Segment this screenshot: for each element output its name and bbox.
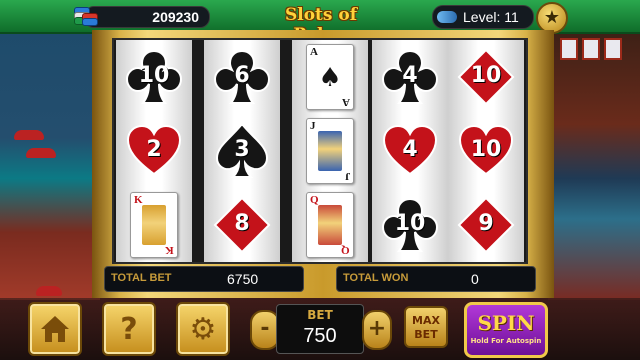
card-rank: K [134, 194, 143, 206]
poker-chips-icon [72, 3, 98, 29]
club-icon: 4 [381, 48, 439, 106]
card-rank-inverted: Q [341, 244, 350, 256]
heart-icon: 4 [381, 122, 439, 180]
reel-symbol: 8 [204, 188, 280, 262]
top-bar: 209230 Slots of Poker Level: 11 ★ [0, 0, 640, 45]
reel-symbol: 4 [372, 40, 448, 114]
bet-value: 750 [303, 325, 337, 347]
reel-symbol: 10 [372, 188, 448, 262]
reel-symbol: KK [116, 188, 192, 262]
reel-symbol: 4 [372, 114, 448, 188]
playing-card-k-diamond: KK [130, 192, 178, 258]
symbol-number: 3 [234, 136, 250, 162]
playing-card-q-heart: QQ [306, 192, 354, 258]
level-label: Level: 11 [463, 9, 519, 25]
reel-symbol: 6 [204, 40, 280, 114]
total-bet-value: 6750 [227, 271, 259, 287]
symbol-number: 4 [402, 136, 418, 162]
spade-icon: 3 [213, 122, 271, 180]
lamp-decoration [26, 148, 56, 158]
casino-background-left [0, 30, 100, 300]
wall-decoration [582, 38, 600, 60]
symbol-number: 6 [234, 62, 250, 88]
card-rank-inverted: A [342, 96, 350, 108]
card-rank-inverted: K [165, 244, 174, 256]
total-won-value: 0 [471, 271, 479, 287]
reel-symbol: JJ [292, 114, 368, 188]
spin-sublabel: Hold For Autospin [470, 337, 542, 345]
gear-icon: ⚙ [189, 311, 217, 347]
total-bet-panel: TOTAL BET 6750 [104, 266, 304, 292]
card-rank: J [310, 120, 316, 132]
help-icon: ? [120, 311, 138, 347]
total-bet-label: TOTAL BET [111, 272, 172, 284]
reel-symbol: QQ [292, 188, 368, 262]
club-icon: 6 [213, 48, 271, 106]
reel-4: 4 4 10 [372, 40, 448, 262]
symbol-number: 10 [470, 136, 502, 162]
playing-card-a-spade: A A ♠ [306, 44, 354, 110]
playing-card-j-spade: JJ [306, 118, 354, 184]
reel-window: 10 2 K K 6 3 8 A A ♠ J J Q Q 4 4 10 10 10 9 [112, 38, 528, 264]
reel-symbol: A A ♠ [292, 40, 368, 114]
card-rank: A [310, 46, 318, 58]
face-card-portrait [318, 205, 342, 245]
home-icon [30, 304, 80, 354]
wall-decoration [604, 38, 622, 60]
symbol-number: 2 [146, 136, 162, 162]
bet-increase-button[interactable]: + [362, 310, 392, 350]
bet-display: BET 750 [276, 304, 364, 354]
symbol-number: 10 [470, 62, 502, 88]
symbol-number: 10 [138, 62, 170, 88]
lamp-decoration [36, 286, 62, 296]
level-indicator: Level: 11 [432, 5, 534, 29]
level-progress-icon [437, 11, 457, 23]
total-won-panel: TOTAL WON 0 [336, 266, 536, 292]
symbol-number: 8 [234, 210, 250, 236]
max-bet-button[interactable]: MAX BET [404, 306, 448, 348]
help-button[interactable]: ? [102, 302, 156, 356]
symbol-number: 10 [394, 210, 426, 236]
bet-label: BET [307, 308, 333, 322]
wall-decoration [560, 38, 578, 60]
club-icon: 10 [125, 48, 183, 106]
coin-balance-value: 209230 [152, 9, 199, 25]
card-rank-inverted: J [344, 170, 351, 182]
spin-label: SPIN [477, 311, 535, 335]
reel-symbol: 9 [448, 188, 524, 262]
reel-symbol: 2 [116, 114, 192, 188]
casino-background-right [548, 30, 640, 300]
home-button[interactable] [28, 302, 82, 356]
spin-button[interactable]: SPIN Hold For Autospin [464, 302, 548, 358]
coin-balance: 209230 [84, 6, 210, 28]
reel-2: 6 3 8 [204, 40, 280, 262]
face-card-portrait [142, 205, 166, 245]
total-won-label: TOTAL WON [343, 272, 409, 284]
max-bet-label-line1: MAX [412, 314, 440, 327]
reel-5: 10 10 9 [448, 40, 524, 262]
reel-1: 10 2 K K [116, 40, 192, 262]
reel-symbol: 10 [448, 114, 524, 188]
heart-icon: 10 [457, 122, 515, 180]
reel-symbol: 10 [116, 40, 192, 114]
heart-icon: 2 [125, 122, 183, 180]
diamond-icon: 8 [213, 196, 271, 254]
symbol-number: 9 [478, 210, 494, 236]
spade-icon: ♠ [318, 63, 342, 93]
club-icon: 10 [381, 196, 439, 254]
card-rank: Q [310, 194, 319, 206]
reel-symbol: 10 [448, 40, 524, 114]
face-card-portrait [318, 131, 342, 171]
settings-button[interactable]: ⚙ [176, 302, 230, 356]
reel-symbol: 3 [204, 114, 280, 188]
max-bet-label-line2: BET [414, 328, 438, 341]
diamond-icon: 10 [457, 48, 515, 106]
diamond-icon: 9 [457, 196, 515, 254]
lamp-decoration [14, 130, 44, 140]
reel-3: A A ♠ J J Q Q [292, 40, 368, 262]
symbol-number: 4 [402, 62, 418, 88]
